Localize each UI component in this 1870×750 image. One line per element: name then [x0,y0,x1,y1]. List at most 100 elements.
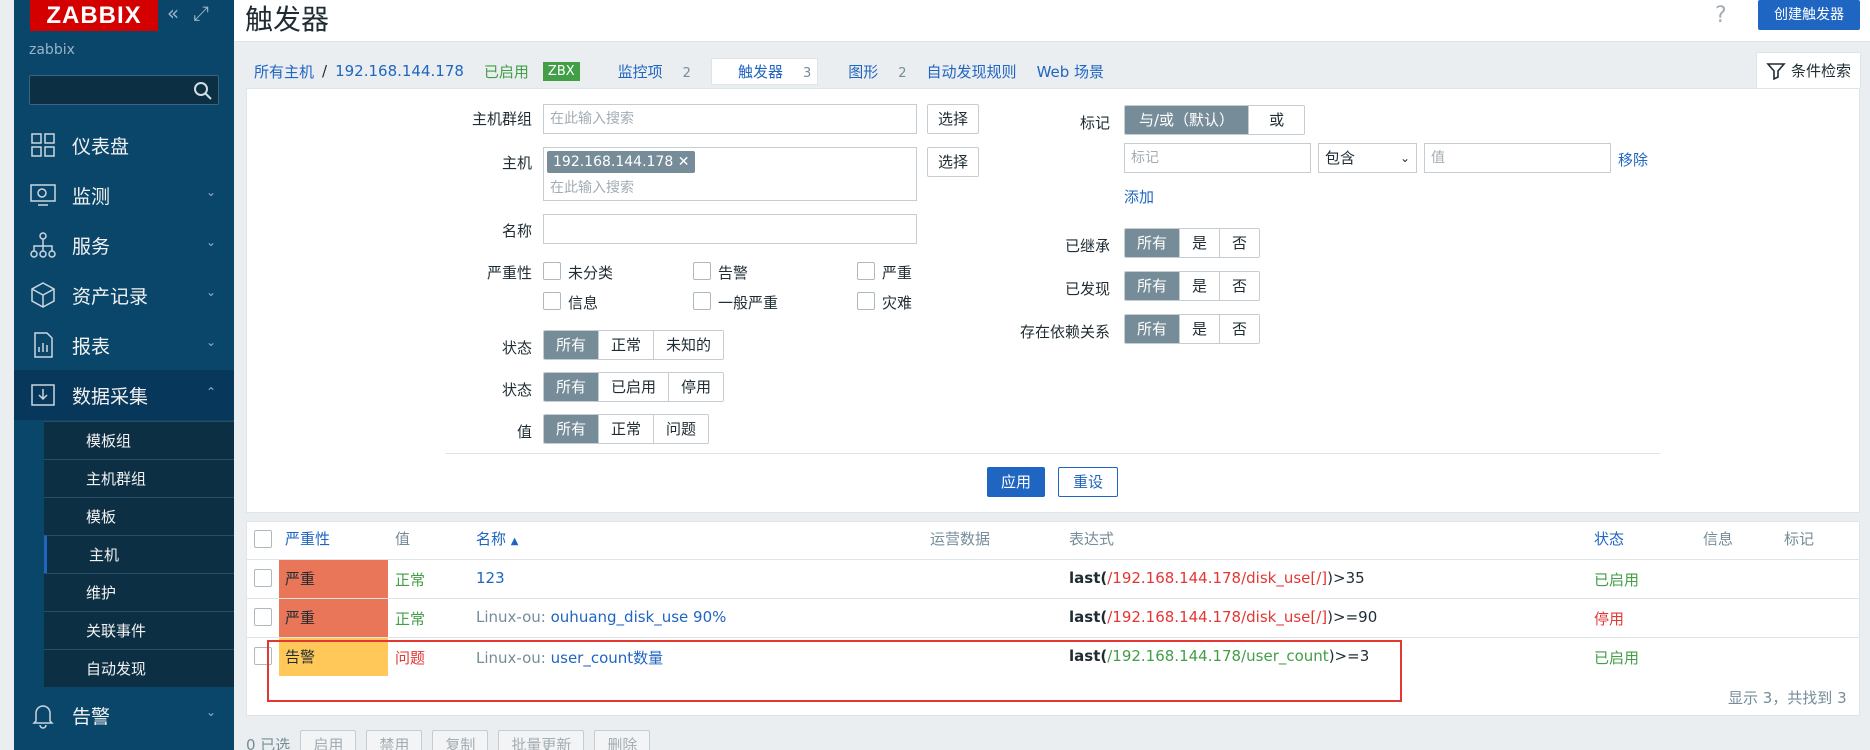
menu-inventory[interactable]: 资产记录 ⌄ [14,270,234,320]
status-option-enabled[interactable]: 已启用 [599,373,670,401]
row-checkbox[interactable] [254,569,272,587]
state-segmented-control: 所有 正常 未知的 [543,330,725,360]
kiosk-mode-icon[interactable]: ⤢ [190,3,212,25]
tab-web-scenarios[interactable]: Web 场景 [1037,61,1104,82]
status-toggle[interactable]: 停用 [1594,608,1624,629]
dependencies-option-no[interactable]: 否 [1220,315,1260,343]
trigger-name-link[interactable]: 123 [476,569,505,587]
expression-item-link[interactable]: /192.168.144.178/disk_use[/] [1107,569,1327,587]
menu-reports[interactable]: 报表 ⌄ [14,320,234,370]
menu-dashboard[interactable]: 仪表盘 [14,120,234,170]
host-select-button[interactable]: 选择 [927,147,979,177]
template-prefix-link[interactable]: Linux-ou: [476,608,551,626]
column-header-status[interactable]: 状态 [1594,528,1624,549]
inherited-option-all[interactable]: 所有 [1125,229,1181,257]
name-input[interactable] [543,214,917,244]
breadcrumb-host[interactable]: 192.168.144.178 [335,62,464,80]
status-toggle[interactable]: 已启用 [1594,647,1639,668]
inherited-option-no[interactable]: 否 [1220,229,1260,257]
severity-option-label: 告警 [718,264,749,282]
dependencies-option-all[interactable]: 所有 [1125,315,1181,343]
tag-remove-link[interactable]: 移除 [1618,149,1648,170]
submenu-template-groups[interactable]: 模板组 [44,421,234,459]
discovered-control: 所有 是 否 [1124,271,1261,301]
column-header-severity[interactable]: 严重性 [285,528,330,549]
severity-not-classified-checkbox[interactable] [543,262,561,280]
severity-warning-checkbox[interactable] [693,262,711,280]
discovered-option-yes[interactable]: 是 [1180,272,1221,300]
inventory-icon [31,282,55,308]
discovered-option-no[interactable]: 否 [1220,272,1260,300]
severity-average-checkbox[interactable] [693,292,711,310]
select-all-checkbox[interactable] [254,530,272,548]
breadcrumb-all-hosts[interactable]: 所有主机 [254,61,314,82]
severity-disaster-checkbox[interactable] [857,292,875,310]
dependencies-control: 所有 是 否 [1124,314,1261,344]
host-search-placeholder[interactable]: 在此输入搜索 [550,177,634,197]
tab-triggers[interactable]: 触发器 3 [710,57,819,85]
status-toggle[interactable]: 已启用 [1594,569,1639,590]
submenu-templates[interactable]: 模板 [44,497,234,535]
help-icon[interactable]: ? [1715,3,1727,28]
menu-alerts[interactable]: 告警 ⌄ [14,690,234,740]
submenu-hosts[interactable]: 主机 [44,535,234,573]
menu-label: 服务 [72,235,111,258]
mass-disable-button[interactable]: 禁用 [366,730,423,750]
tag-add-link[interactable]: 添加 [1124,186,1154,207]
collapse-sidebar-icon[interactable]: « [162,3,184,25]
tab-items[interactable]: 监控项 2 [598,61,691,82]
submenu-discovery[interactable]: 自动发现 [44,649,234,687]
severity-information-checkbox[interactable] [543,292,561,310]
column-header-name[interactable]: 名称 ▲ [476,528,519,549]
mass-delete-button[interactable]: 删除 [594,730,651,750]
state-option-all[interactable]: 所有 [544,331,600,359]
mass-copy-button[interactable]: 复制 [432,730,489,750]
trigger-name-link[interactable]: ouhuang_disk_use 90% [551,608,727,626]
highlight-annotation-box [267,640,1402,702]
menu-data-collection[interactable]: 数据采集 ⌃ [14,370,234,420]
value-option-ok[interactable]: 正常 [599,415,655,443]
status-option-all[interactable]: 所有 [544,373,600,401]
expression-function: last( [1069,608,1108,626]
menu-label: 报表 [72,335,111,358]
chip-remove-icon[interactable]: ✕ [678,154,690,170]
search-icon[interactable] [192,80,214,102]
create-trigger-button[interactable]: 创建触发器 [1758,0,1860,30]
discovered-option-all[interactable]: 所有 [1125,272,1181,300]
mass-enable-button[interactable]: 启用 [300,730,357,750]
severity-high-checkbox[interactable] [857,262,875,280]
state-option-unknown[interactable]: 未知的 [654,331,724,359]
menu-services[interactable]: 服务 ⌄ [14,220,234,270]
value-option-problem[interactable]: 问题 [654,415,709,443]
filter-tab[interactable]: 条件检索 [1756,52,1861,88]
tab-graphs[interactable]: 图形 2 [828,61,906,82]
apply-button[interactable]: 应用 [987,467,1045,497]
state-option-normal[interactable]: 正常 [599,331,655,359]
sort-ascending-icon: ▲ [510,536,519,547]
sidebar-search-input[interactable] [29,75,219,105]
tag-mode-and-or[interactable]: 与/或（默认） [1125,106,1250,134]
mass-update-button[interactable]: 批量更新 [498,730,585,750]
reports-icon [34,332,53,358]
zabbix-logo[interactable]: ZABBIX [30,0,158,31]
submenu-event-correlation[interactable]: 关联事件 [44,611,234,649]
column-header-name-label: 名称 [476,530,507,548]
tag-value-input[interactable]: 值 [1424,143,1611,173]
menu-monitoring[interactable]: 监测 ⌄ [14,170,234,220]
row-checkbox[interactable] [254,608,272,626]
submenu-host-groups[interactable]: 主机群组 [44,459,234,497]
reset-button[interactable]: 重设 [1058,467,1118,497]
status-option-disabled[interactable]: 停用 [669,373,724,401]
tag-mode-or[interactable]: 或 [1249,106,1305,134]
page-header [234,0,1870,42]
submenu-maintenance[interactable]: 维护 [44,573,234,611]
value-option-all[interactable]: 所有 [544,415,600,443]
tag-operator-select[interactable]: 包含 ⌄ [1318,143,1417,173]
tag-name-input[interactable]: 标记 [1124,143,1311,173]
expression-item-link[interactable]: /192.168.144.178/disk_use[/] [1107,608,1327,626]
tab-discovery-rules[interactable]: 自动发现规则 [927,61,1017,82]
dependencies-option-yes[interactable]: 是 [1180,315,1221,343]
host-group-select-button[interactable]: 选择 [927,104,979,134]
host-group-input[interactable]: 在此输入搜索 [543,104,917,134]
inherited-option-yes[interactable]: 是 [1180,229,1221,257]
